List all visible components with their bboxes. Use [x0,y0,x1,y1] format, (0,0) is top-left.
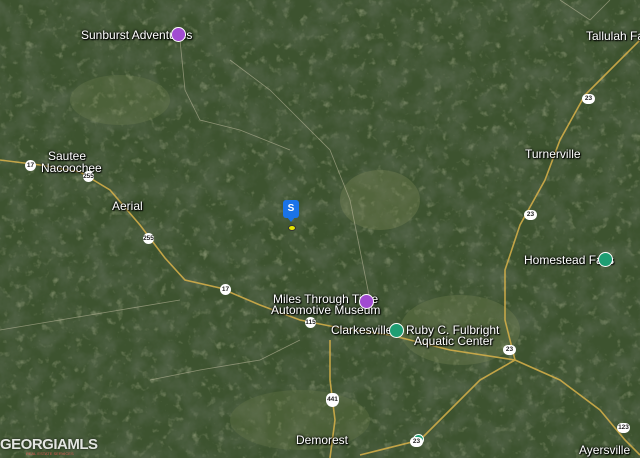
route-shield-17: 17 [220,284,231,295]
museum-icon[interactable] [359,294,374,309]
terrain-ridge-texture [0,0,640,458]
route-shield-123: 123 [617,423,630,433]
aquatic-center-icon[interactable] [389,323,404,338]
route-shield-23: 23 [503,345,516,355]
property-location-dot [288,225,296,231]
hotel-icon[interactable] [171,27,186,42]
cleared-area [340,170,420,230]
label-ayersville[interactable]: Ayersville [579,444,630,457]
label-demorest[interactable]: Demorest [296,434,348,447]
label-clarkesville[interactable]: Clarkesville [331,324,392,337]
route-shield-23: 23 [410,437,423,447]
label-tallulah-falls[interactable]: Tallulah Falls [586,30,640,43]
label-turnerville[interactable]: Turnerville [525,148,581,161]
label-aerial[interactable]: Aerial [112,200,143,213]
map-view[interactable]: Sunburst Adventures Tallulah Falls Saute… [0,0,640,458]
route-shield-441: 441 [326,393,339,407]
property-marker-pointer [287,217,295,222]
georgiamls-watermark-subtitle: REAL ESTATE SERVICES [26,451,74,456]
property-marker[interactable]: S [283,200,299,218]
route-shield-23: 23 [524,210,537,220]
cleared-area [70,75,170,125]
label-aquatic-center[interactable]: Aquatic Center [414,335,493,348]
park-icon[interactable] [598,252,613,267]
route-shield-115: 115 [305,317,316,328]
route-shield-255: 255 [143,233,154,244]
route-shield-23: 23 [582,94,595,104]
satellite-terrain [0,0,640,458]
route-shield-17: 17 [25,160,36,171]
route-shield-255: 255 [83,171,94,182]
